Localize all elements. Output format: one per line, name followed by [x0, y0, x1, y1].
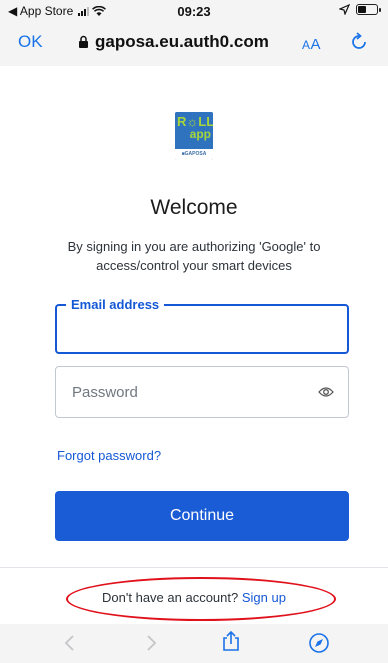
browser-toolbar [0, 624, 388, 663]
text-size-button[interactable]: AA [302, 36, 321, 53]
divider [0, 567, 388, 568]
done-button[interactable]: OK [18, 32, 43, 52]
email-label: Email address [66, 297, 165, 312]
status-time: 09:23 [177, 4, 211, 19]
battery-icon [356, 4, 381, 15]
text-size-large-label: A [310, 36, 322, 53]
text-size-small-label: A [302, 38, 311, 52]
page-title: Welcome [150, 196, 238, 219]
logo-brand: ■GAPOSA [175, 149, 213, 160]
back-icon[interactable] [60, 632, 82, 654]
password-field[interactable]: Password [55, 366, 349, 418]
reload-icon[interactable] [348, 31, 370, 53]
location-arrow-icon [339, 4, 350, 15]
forward-icon[interactable] [139, 632, 161, 654]
url-field[interactable]: gaposa.eu.auth0.com [78, 32, 269, 52]
annotation-ellipse [66, 577, 336, 621]
lock-icon [79, 35, 88, 48]
share-icon[interactable] [220, 630, 242, 652]
authorization-subtitle: By signing in you are authorizing 'Googl… [67, 239, 321, 273]
forgot-password-link[interactable]: Forgot password? [57, 448, 161, 463]
url-text: gaposa.eu.auth0.com [95, 32, 269, 51]
password-placeholder: Password [72, 384, 138, 401]
app-logo: R☼LL app ■GAPOSA [175, 112, 213, 160]
browser-address-bar: OK gaposa.eu.auth0.com AA [0, 22, 388, 66]
continue-button[interactable]: Continue [55, 491, 349, 541]
eye-icon[interactable] [318, 385, 334, 399]
logo-line2: app [189, 127, 211, 141]
status-bar: ◀ App Store 09:23 [0, 0, 388, 22]
compass-icon[interactable] [308, 632, 330, 654]
